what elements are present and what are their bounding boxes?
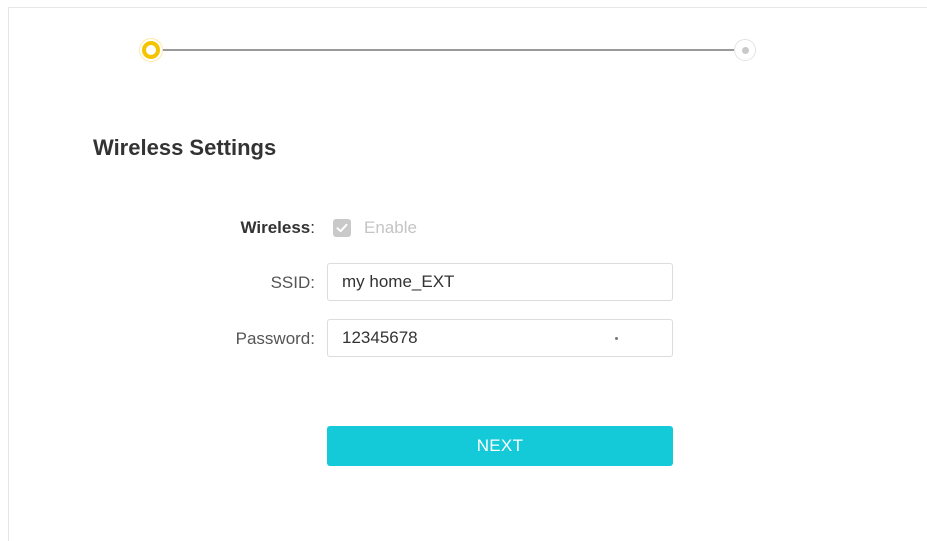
wireless-label: Wireless: [240, 208, 315, 248]
password-row: Password: [0, 319, 927, 359]
wireless-enable-toggle[interactable]: Enable [333, 218, 417, 238]
wireless-label-colon: : [310, 218, 315, 237]
ssid-input[interactable] [328, 264, 672, 300]
ssid-label: SSID: [270, 273, 315, 292]
step-1-indicator [140, 39, 162, 61]
checkmark-icon [336, 223, 348, 233]
inactive-step-icon [741, 46, 749, 54]
password-field[interactable] [327, 319, 673, 357]
enable-checkbox-label: Enable [364, 218, 417, 237]
wireless-row: Wireless: Enable [0, 208, 927, 248]
enable-checkbox[interactable] [333, 219, 351, 237]
progress-line [152, 49, 744, 51]
step-2-indicator [734, 39, 756, 61]
page-title: Wireless Settings [93, 135, 277, 160]
ssid-row: SSID: [0, 263, 927, 303]
wireless-label-text: Wireless [240, 218, 311, 237]
ssid-field[interactable] [327, 263, 673, 301]
page: Wireless Settings Wireless: Enable SSID:… [0, 0, 927, 541]
next-button[interactable]: NEXT [327, 426, 673, 466]
password-label: Password: [235, 329, 315, 348]
progress-stepper [140, 38, 756, 62]
show-password-icon[interactable] [615, 337, 618, 340]
password-input[interactable] [328, 320, 672, 356]
active-step-icon [142, 41, 160, 59]
